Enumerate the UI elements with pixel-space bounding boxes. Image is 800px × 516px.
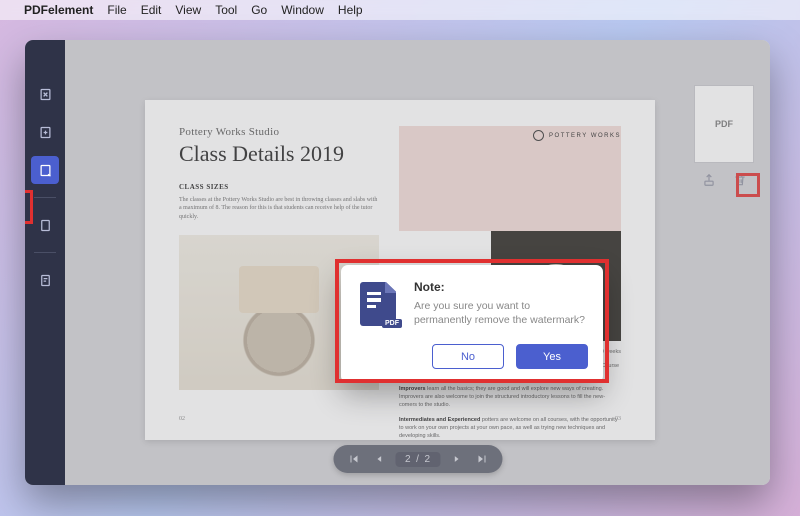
last-page-button[interactable] [472, 449, 492, 469]
doc-section-heading: CLASS SIZES [179, 183, 379, 191]
brand-label: POTTERY WORKS [549, 133, 621, 139]
sidebar-insert-page-icon[interactable] [31, 118, 59, 146]
brand-logo-icon [533, 130, 544, 141]
content-area: Pottery Works Studio Class Details 2019 … [65, 40, 770, 485]
prev-page-button[interactable] [369, 449, 389, 469]
doc-pink-block [399, 126, 621, 231]
dialog-message: Are you sure you want to permanently rem… [414, 299, 588, 327]
sidebar-divider [34, 252, 56, 253]
first-page-button[interactable] [343, 449, 363, 469]
delete-watermark-icon[interactable] [731, 171, 748, 188]
doc-studio-label: Pottery Works Studio [179, 126, 379, 138]
doc-blurb: The classes at the Pottery Works Studio … [179, 196, 379, 221]
menu-file[interactable]: File [107, 3, 126, 17]
sidebar-watermark-icon[interactable] [31, 156, 59, 184]
menu-view[interactable]: View [175, 3, 201, 17]
next-page-button[interactable] [446, 449, 466, 469]
menu-edit[interactable]: Edit [141, 3, 162, 17]
menu-help[interactable]: Help [338, 3, 363, 17]
doc-page-number-right: 03 [615, 416, 621, 422]
pdf-app-icon: PDF [356, 280, 402, 330]
doc-heading: Class Details 2019 [179, 141, 379, 167]
app-window: Pottery (2).pdf Pottery Works Studio Cla… [25, 40, 770, 485]
doc-page-number-left: 02 [179, 416, 379, 422]
mac-menubar: PDFelement File Edit View Tool Go Window… [0, 0, 800, 20]
menu-window[interactable]: Window [281, 3, 324, 17]
sidebar-divider [34, 197, 56, 198]
menu-tool[interactable]: Tool [215, 3, 237, 17]
confirm-dialog: PDF Note: Are you sure you want to perma… [341, 265, 603, 383]
yes-button[interactable]: Yes [516, 344, 588, 369]
export-thumbnail-icon[interactable] [700, 171, 717, 188]
app-menu[interactable]: PDFelement [24, 3, 93, 17]
thumbnail-panel: PDF [688, 85, 760, 188]
page-thumbnail[interactable]: PDF [694, 85, 754, 163]
no-button[interactable]: No [432, 344, 504, 369]
page-counter[interactable]: 2 / 2 [395, 452, 440, 467]
dialog-title: Note: [414, 280, 588, 294]
doc-brand: POTTERY WORKS [533, 130, 621, 141]
menu-go[interactable]: Go [251, 3, 267, 17]
sidebar-page-icon[interactable] [31, 211, 59, 239]
left-sidebar [25, 40, 65, 485]
sidebar-close-page-icon[interactable] [31, 80, 59, 108]
sidebar-form-icon[interactable] [31, 266, 59, 294]
pagination-bar: 2 / 2 [333, 445, 502, 473]
